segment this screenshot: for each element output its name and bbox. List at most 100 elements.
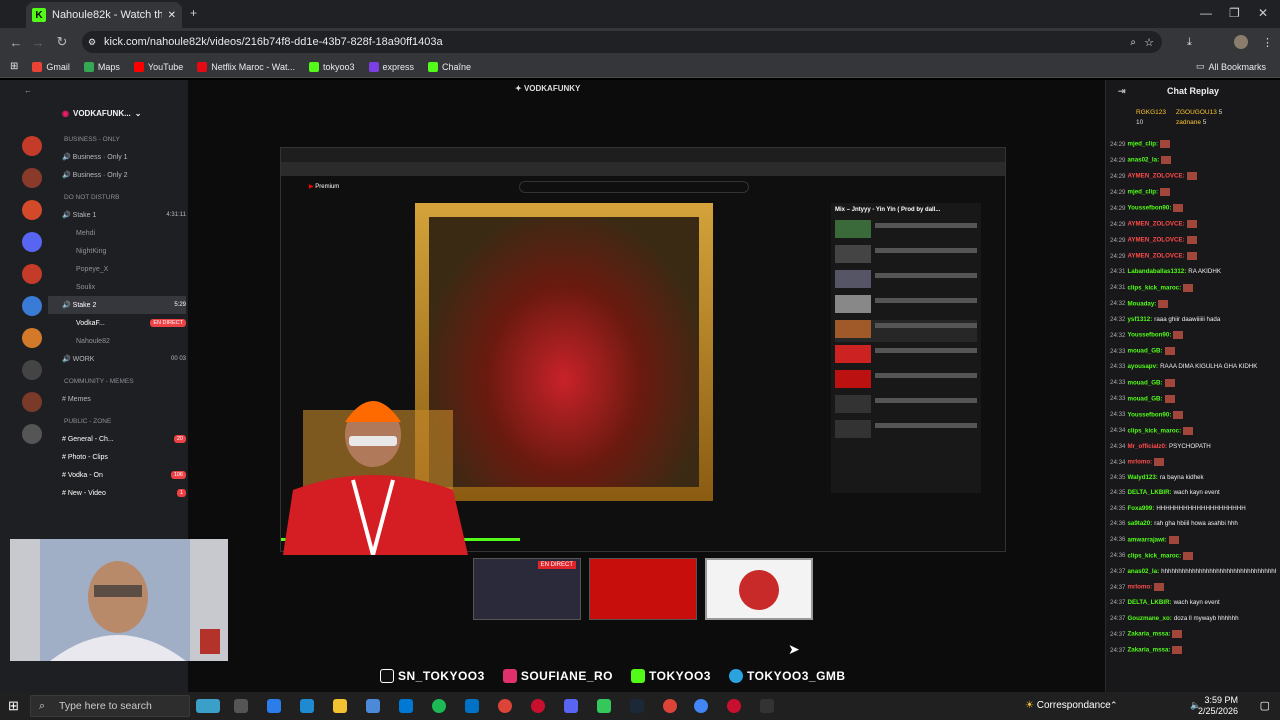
chat-timestamp: 24:31 [1110,284,1126,292]
chat-timestamp: 24:37 [1110,630,1126,638]
chat-timestamp: 24:36 [1110,520,1126,528]
app-icon[interactable] [760,699,774,713]
chat-username[interactable]: Zakaria_mssa: [1127,631,1170,638]
bookmark-netflix[interactable]: Netflix Maroc - Wat... [197,61,295,72]
chat-username[interactable]: Mouaday: [1127,300,1156,307]
spotify-icon[interactable] [432,699,446,713]
zoom-icon[interactable]: ⌕ [1130,37,1136,48]
store-icon[interactable] [399,699,413,713]
chat-username[interactable]: AYMEN_ZOLOVCE: [1127,173,1184,180]
chat-message: 24:29 AYMEN_ZOLOVCE: [1110,236,1276,245]
browser-tab-bar: K Nahoule82k - Watch the VOD o ✕ + — ❐ ✕ [0,0,1280,28]
chat-username[interactable]: ysf1312: [1127,316,1152,323]
close-tab-icon[interactable]: ✕ [168,10,176,21]
chat-username[interactable]: Zakaria_mssa: [1127,647,1170,654]
bookmark-gmail[interactable]: Gmail [32,61,70,72]
chat-username[interactable]: Youssefbon90: [1127,332,1171,339]
app-icon[interactable] [727,699,741,713]
chat-username[interactable]: Youssefbon90: [1127,205,1171,212]
chat-username[interactable]: amwarrajawi: [1127,536,1166,543]
chat-username[interactable]: clips_kick_maroc: [1127,284,1181,291]
windows-start-icon[interactable]: ⊞ [8,698,19,714]
browser-tab-active[interactable]: K Nahoule82k - Watch the VOD o ✕ [26,2,182,28]
chat-username[interactable]: mouad_GB: [1127,379,1162,386]
bookmark-express[interactable]: express [368,61,414,72]
bookmark-youtube[interactable]: YouTube [133,61,183,72]
edge-icon[interactable] [300,699,314,713]
discord-icon[interactable] [564,699,578,713]
chat-username[interactable]: anas02_la: [1127,157,1159,164]
chat-username[interactable]: AYMEN_ZOLOVCE: [1127,237,1184,244]
chat-username[interactable]: DELTA_LKBIR: [1127,599,1171,606]
forward-icon[interactable]: → [26,35,50,50]
profile-avatar[interactable] [1234,35,1248,49]
chat-username[interactable]: Labandaballas1312: [1127,268,1186,275]
address-bar[interactable]: ⚙ kick.com/nahoule82k/videos/216b74f8-dd… [82,31,1162,53]
collapse-chat-icon[interactable]: ⇥ [1118,86,1126,97]
kick-icon [308,61,319,72]
weather-widget[interactable]: ☀ Correspondance [1025,700,1111,711]
system-clock[interactable]: 3:59 PM 2/25/2026 [1198,695,1238,717]
minimize-icon[interactable]: — [1200,6,1212,20]
new-tab-icon[interactable]: + [190,6,197,20]
task-view-icon[interactable] [234,699,248,713]
chat-username[interactable]: sa9ta20: [1127,520,1152,527]
channel-label: Stake 2 [72,301,97,309]
chrome-active-icon[interactable] [694,699,708,713]
chat-username[interactable]: anas02_la: [1127,568,1159,575]
chat-username[interactable]: AYMEN_ZOLOVCE: [1127,253,1184,260]
app-icon[interactable] [366,699,380,713]
chat-message: 24:35 Walyd123: ra bayna kidhek [1110,474,1276,482]
maximize-icon[interactable]: ❐ [1229,6,1240,20]
close-window-icon[interactable]: ✕ [1258,6,1268,20]
site-info-icon[interactable]: ⚙ [88,37,96,48]
taskbar-search[interactable]: ⌕ Type here to search [30,695,190,717]
chat-username[interactable]: mrlomo: [1127,459,1152,466]
tray-chevron-icon[interactable]: ⌃ [1110,700,1118,711]
chat-username[interactable]: AYMEN_ZOLOVCE: [1127,221,1184,228]
notification-icon[interactable]: ▢ [1260,699,1270,712]
reload-icon[interactable]: ↻ [50,34,74,50]
file-explorer-icon[interactable] [333,699,347,713]
kick-favicon-icon: K [32,8,46,22]
chat-username[interactable]: mouad_GB: [1127,395,1162,402]
chrome-icon[interactable] [498,699,512,713]
gifter-count: 10 [1136,119,1144,126]
menu-icon[interactable]: ⋮ [1262,36,1273,49]
chat-username[interactable]: mouad_GB: [1127,348,1162,355]
chat-username[interactable]: mjed_clip: [1127,141,1158,148]
chat-username[interactable]: clips_kick_maroc: [1127,427,1181,434]
chat-username[interactable]: mrlomo: [1127,584,1152,591]
apps-icon[interactable]: ⊞ [10,61,18,72]
emote-icon [1158,299,1169,308]
back-icon[interactable]: ← [4,35,28,50]
widget-icon[interactable] [196,699,220,713]
chat-username[interactable]: Walyd123: [1127,474,1157,481]
chat-message: 24:37 Zakaria_mssa: [1110,645,1276,654]
chat-username[interactable]: Youssefbon90: [1127,411,1171,418]
chat-username[interactable]: DELTA_LKBIR: [1127,489,1171,496]
chat-username[interactable]: Foxa999: [1127,505,1154,512]
bookmark-maps[interactable]: Maps [83,61,120,72]
video-player[interactable]: ← ◉ VODKAFUNK... ⌄ BUSINESS - ONLY 🔊 Bus… [0,80,1105,692]
chat-username[interactable]: Mr_officialz0: [1127,443,1167,450]
chat-username[interactable]: mjed_clip: [1127,189,1158,196]
mouse-cursor-icon: ➤ [788,641,800,657]
steam-icon[interactable] [630,699,644,713]
chrome-icon[interactable] [663,699,677,713]
chat-username[interactable]: ayousapv: [1127,363,1158,370]
bookmark-star-icon[interactable]: ☆ [1144,36,1154,49]
bookmark-chaine[interactable]: Chaîne [428,61,471,72]
mail-icon[interactable] [465,699,479,713]
emote-icon [1183,426,1194,435]
chat-username[interactable]: Gouzmane_xo: [1127,615,1171,622]
copilot-icon[interactable] [267,699,281,713]
download-icon[interactable]: ⤓ [1187,36,1192,49]
bookmark-tokyoo3[interactable]: tokyoo3 [308,61,355,72]
app-icon[interactable] [597,699,611,713]
gifter-count: 5 [1218,109,1223,116]
chat-username[interactable]: clips_kick_maroc: [1127,552,1181,559]
all-bookmarks[interactable]: ▭ All Bookmarks [1196,61,1266,72]
mix-playlist: Mix – Jntyyy - Yin Yin ( Prod by dall... [831,203,981,493]
opera-icon[interactable] [531,699,545,713]
